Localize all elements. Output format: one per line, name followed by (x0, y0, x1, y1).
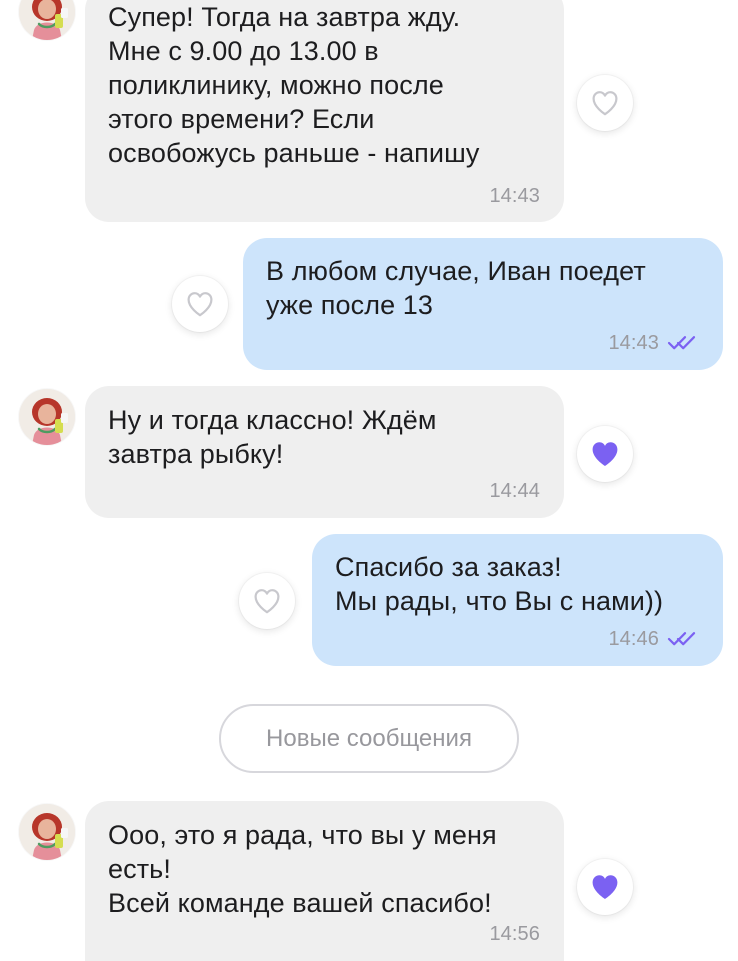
message-time: 14:46 (608, 628, 659, 650)
message-meta: 14:56 (489, 922, 540, 946)
heart-outline-icon (589, 88, 621, 118)
message-text: Супер! Тогда на завтра жду. Мне с 9.00 д… (108, 2, 480, 168)
message-meta: 14:44 (489, 479, 540, 503)
heart-outline-icon (184, 289, 216, 319)
message-text: В любом случае, Иван поедет уже после 13 (266, 256, 646, 320)
message-bubble-incoming[interactable]: Ну и тогда классно! Ждём завтра рыбку! 1… (85, 386, 564, 518)
new-messages-button[interactable]: Новые сообщения (219, 704, 519, 773)
like-button[interactable] (239, 573, 295, 629)
message-meta: 14:43 (489, 184, 540, 208)
chat-window: Супер! Тогда на завтра жду. Мне с 9.00 д… (0, 0, 738, 961)
contact-avatar[interactable] (19, 0, 75, 40)
like-button[interactable] (577, 75, 633, 131)
double-check-icon (667, 334, 699, 352)
message-bubble-outgoing[interactable]: Спасибо за заказ! Мы рады, что Вы с нами… (312, 534, 723, 666)
message-text: Спасибо за заказ! Мы рады, что Вы с нами… (335, 552, 664, 616)
like-button[interactable] (172, 276, 228, 332)
message-meta: 14:43 (608, 331, 699, 355)
like-button[interactable] (577, 426, 633, 482)
message-bubble-outgoing[interactable]: В любом случае, Иван поедет уже после 13… (243, 238, 723, 370)
heart-filled-icon (589, 872, 621, 902)
contact-avatar[interactable] (19, 389, 75, 445)
message-time: 14:44 (489, 480, 540, 502)
message-text: Ооо, это я рада, что вы у меня есть! Все… (108, 820, 497, 918)
message-time: 14:43 (489, 185, 540, 207)
message-meta: 14:46 (608, 627, 699, 651)
double-check-icon (667, 630, 699, 648)
new-messages-label: Новые сообщения (266, 724, 472, 752)
heart-outline-icon (251, 586, 283, 616)
contact-avatar[interactable] (19, 804, 75, 860)
message-bubble-incoming[interactable]: Ооо, это я рада, что вы у меня есть! Все… (85, 801, 564, 961)
like-button[interactable] (577, 859, 633, 915)
message-text: Ну и тогда классно! Ждём завтра рыбку! (108, 405, 437, 469)
message-time: 14:43 (608, 332, 659, 354)
heart-filled-icon (589, 439, 621, 469)
message-bubble-incoming[interactable]: Супер! Тогда на завтра жду. Мне с 9.00 д… (85, 0, 564, 222)
message-time: 14:56 (489, 923, 540, 945)
